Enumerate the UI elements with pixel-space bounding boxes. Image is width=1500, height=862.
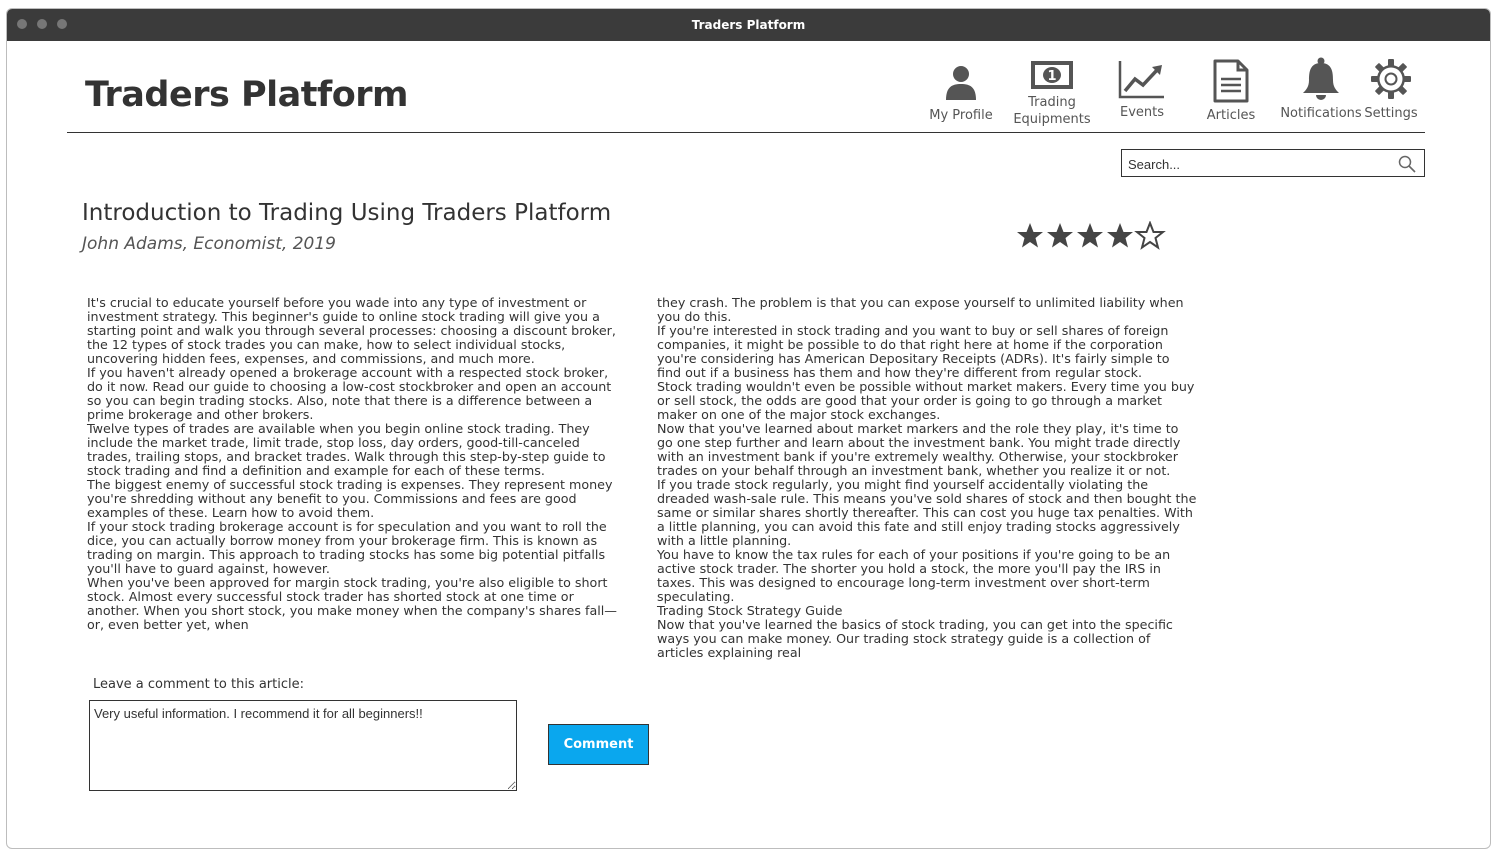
article-paragraph: If your stock trading brokerage account … [87,519,607,576]
article-paragraph: Now that you've learned about market mar… [657,421,1181,478]
app-title: Traders Platform [85,75,408,115]
article-paragraph: When you've been approved for margin sto… [87,575,617,632]
gear-icon [1371,59,1411,99]
comment-input[interactable]: Very useful information. I recommend it … [89,700,517,791]
banknote-icon: 1 [1031,61,1073,89]
article-column-2: they crash. The problem is that you can … [657,296,1197,660]
search-box[interactable] [1121,149,1425,177]
star-icon [1017,223,1043,248]
article-paragraph: Now that you've learned the basics of st… [657,617,1173,660]
nav-label: Trading Equipments [1013,95,1091,127]
comment-label: Leave a comment to this article: [93,677,304,692]
star-icon [1047,223,1073,248]
search-input[interactable] [1126,151,1390,177]
svg-text:1: 1 [1047,69,1056,84]
half-star-icon [1134,221,1166,250]
article-paragraph: It's crucial to educate yourself before … [87,295,616,366]
app-window: Traders Platform Traders Platform My Pro… [6,8,1491,849]
article-byline: John Adams, Economist, 2019 [82,234,336,254]
search-icon[interactable] [1398,155,1416,173]
article-paragraph: Twelve types of trades are available whe… [87,421,606,478]
article-paragraph: You have to know the tax rules for each … [657,547,1171,604]
star-rating[interactable] [1015,221,1167,251]
nav-trading-equipments[interactable]: 1 Trading Equipments [1011,59,1093,128]
article-paragraph: Stock trading wouldn't even be possible … [657,379,1195,422]
document-icon [1213,59,1249,103]
line-chart-icon [1118,61,1164,99]
article-paragraph: If you haven't already opened a brokerag… [87,365,612,422]
nav-label: My Profile [929,108,993,123]
article-paragraph: If you're interested in stock trading an… [657,323,1170,380]
nav-label: Articles [1206,108,1256,123]
article-paragraph: If you trade stock regularly, you might … [657,477,1197,548]
header-divider [67,132,1425,133]
bell-icon [1303,57,1339,100]
article-paragraph: The biggest enemy of successful stock tr… [87,477,613,520]
nav-articles[interactable]: Articles [1201,59,1261,123]
nav-label: Events [1119,105,1164,120]
user-icon [946,66,976,100]
article-subheading: Trading Stock Strategy Guide [657,603,843,618]
article-column-1: It's crucial to educate yourself before … [87,296,627,632]
title-bar: Traders Platform [7,9,1490,41]
nav-settings[interactable]: Settings [1362,57,1420,121]
star-icon [1107,223,1133,248]
nav-label: Notifications [1280,106,1362,121]
nav-label: Settings [1364,106,1418,121]
nav-notifications[interactable]: Notifications [1273,57,1369,121]
article-title: Introduction to Trading Using Traders Pl… [82,200,612,226]
comment-button[interactable]: Comment [548,724,649,765]
nav-my-profile[interactable]: My Profile [926,63,996,123]
window-title: Traders Platform [691,18,806,32]
star-icon [1077,223,1103,248]
nav-events[interactable]: Events [1115,61,1169,120]
article-paragraph: they crash. The problem is that you can … [657,295,1184,324]
